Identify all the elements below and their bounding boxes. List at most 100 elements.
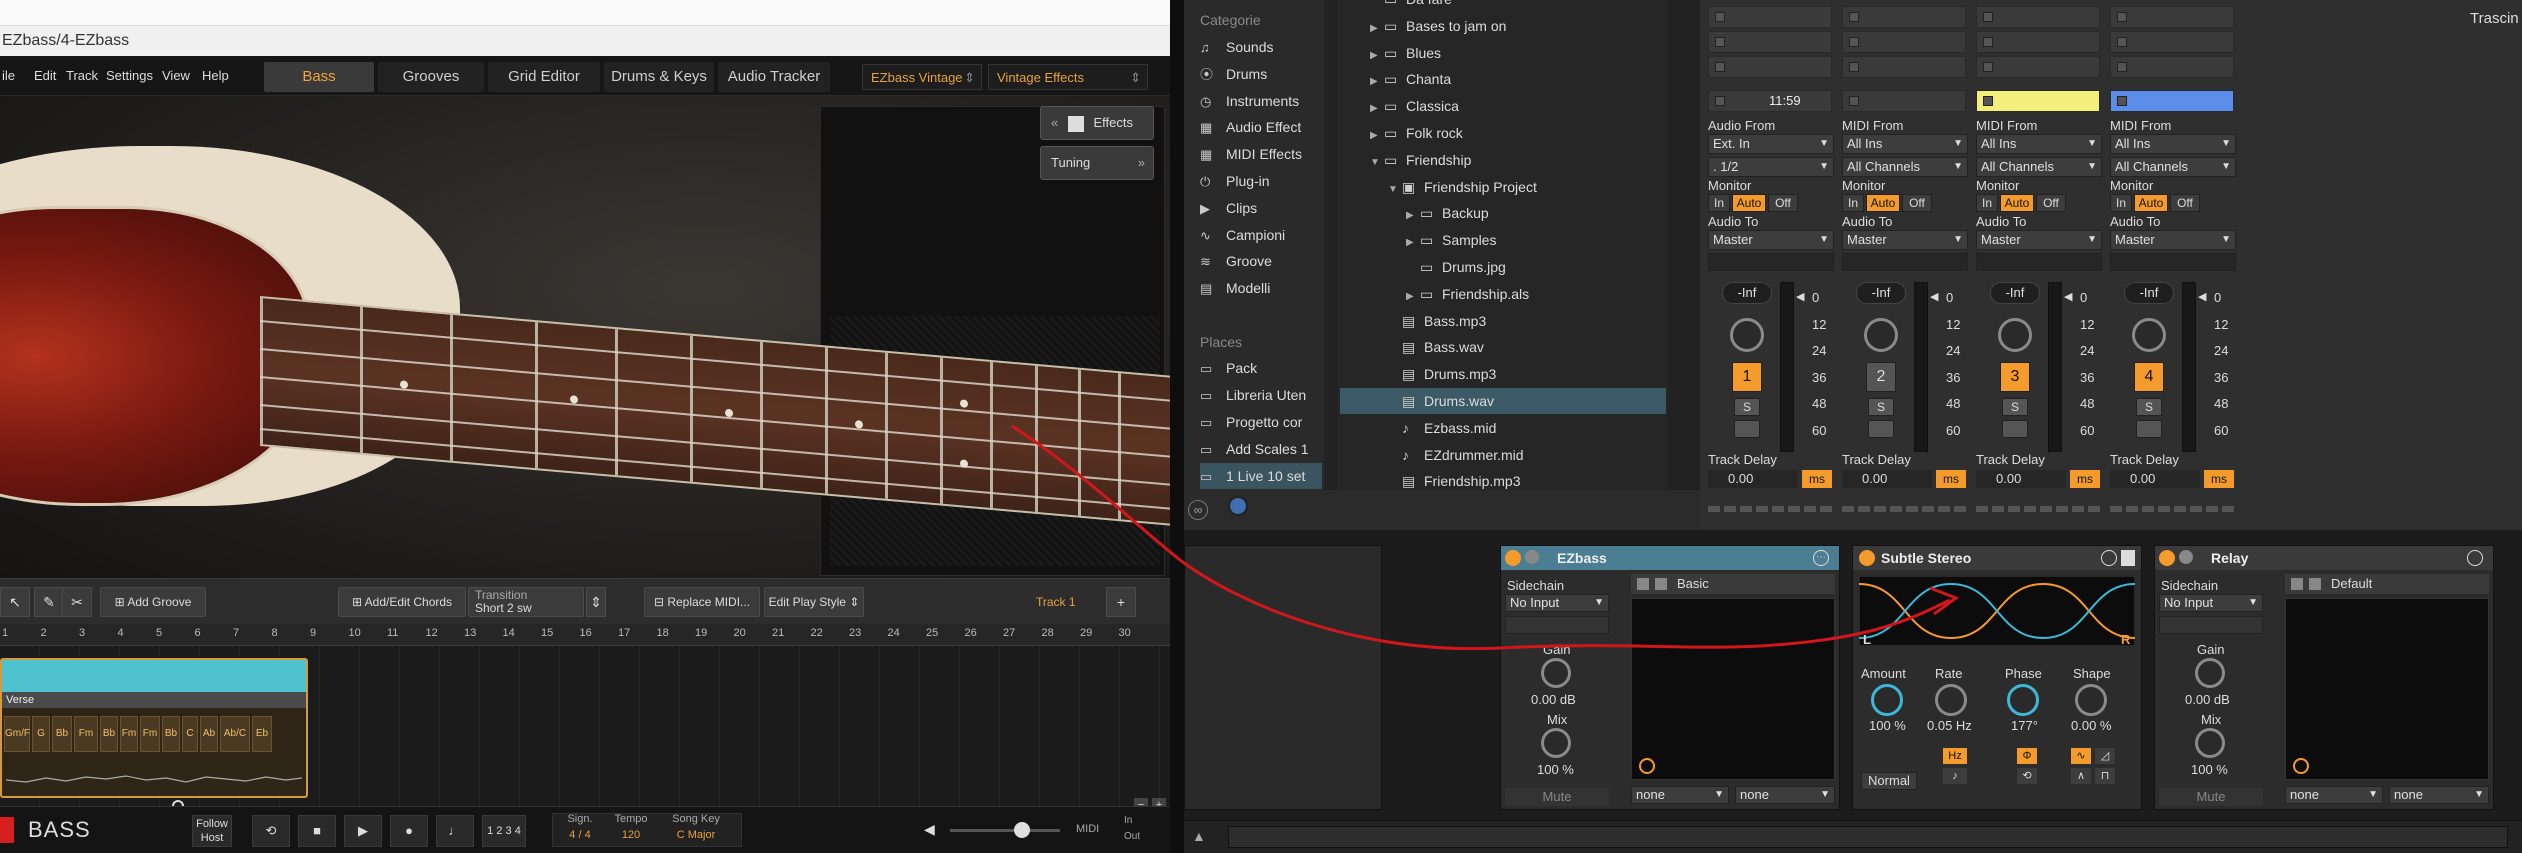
clip-stop-icon[interactable] — [1983, 62, 1993, 72]
transition-select[interactable]: Transition Short 2 sw — [468, 587, 584, 617]
clip-slot-active[interactable] — [1842, 90, 1966, 112]
chord-block[interactable]: C — [182, 716, 198, 752]
plugin-macro-pad[interactable] — [1631, 598, 1835, 780]
output-channel-field[interactable] — [1842, 253, 1968, 271]
output-channel-field[interactable] — [1708, 253, 1834, 271]
monitor-off-button[interactable]: Off — [1902, 194, 1932, 212]
solo-button[interactable]: S — [1734, 398, 1760, 416]
mix-knob[interactable] — [1541, 728, 1571, 758]
shape-knob[interactable] — [2075, 684, 2107, 716]
file-item[interactable]: ▭ Drums.jpg — [1340, 254, 1666, 280]
menu-file[interactable]: ile — [2, 56, 15, 96]
plugin-pad-cursor[interactable] — [2293, 758, 2309, 774]
place-item[interactable]: ▭ Pack — [1200, 355, 1322, 381]
save-icon[interactable] — [2309, 578, 2321, 590]
chord-block[interactable]: Ab — [200, 716, 218, 752]
menu-edit[interactable]: Edit — [34, 56, 56, 96]
clip-slot[interactable] — [1708, 31, 1832, 53]
output-select[interactable]: Master ▼ — [1842, 230, 1968, 250]
file-item[interactable]: ▼ ▣ Friendship Project — [1340, 174, 1666, 200]
sine-shape-icon[interactable]: ∿ — [2071, 748, 2091, 764]
track-delay-unit[interactable]: ms — [1802, 470, 1832, 488]
mute-button[interactable]: Mute — [2159, 788, 2263, 806]
file-item[interactable]: ▶ ▭ Classica — [1340, 93, 1666, 119]
output-select[interactable]: Master ▼ — [2110, 230, 2236, 250]
file-item[interactable]: ▶ ▭ Bases to jam on — [1340, 13, 1666, 39]
loop-icon[interactable]: ⟲ — [252, 815, 290, 847]
pointer-tool-icon[interactable]: ↖ — [0, 587, 30, 617]
output-channel-field[interactable] — [2110, 253, 2236, 271]
phase-knob[interactable] — [2007, 684, 2039, 716]
pencil-tool-icon[interactable]: ✎ — [34, 587, 64, 617]
rate-knob[interactable] — [1935, 684, 1967, 716]
scissors-tool-icon[interactable]: ✂ — [62, 587, 92, 617]
category-item[interactable]: ◷ Instruments — [1200, 88, 1322, 114]
chord-block[interactable]: Ab/C — [220, 716, 250, 752]
disclosure-triangle-icon[interactable]: ▶ — [1406, 230, 1420, 256]
metronome-icon[interactable]: ♩ — [436, 815, 474, 847]
saw-shape-icon[interactable]: ◿ — [2095, 748, 2115, 764]
stop-icon[interactable]: ■ — [298, 815, 336, 847]
track-name[interactable]: Track 1 — [1036, 587, 1076, 617]
param-select-1[interactable]: none ▼ — [2285, 786, 2383, 804]
folder-icon[interactable] — [1637, 578, 1649, 590]
pan-knob[interactable] — [1730, 318, 1764, 352]
file-item[interactable]: ▤ Drums.wav — [1340, 388, 1666, 414]
place-item[interactable]: ▭ Libreria Uten — [1200, 382, 1322, 408]
add-edit-chords-button[interactable]: ⊞ Add/Edit Chords — [338, 587, 466, 617]
tab-bass[interactable]: Bass — [264, 62, 374, 92]
param-select-1[interactable]: none ▼ — [1631, 786, 1729, 804]
file-item[interactable]: ♪ Ezbass.mid — [1340, 415, 1666, 441]
browser-scrollbar[interactable] — [1324, 0, 1338, 490]
category-item[interactable]: ▦ MIDI Effects — [1200, 141, 1322, 167]
gain-knob[interactable] — [2195, 658, 2225, 688]
arm-button[interactable] — [2002, 420, 2028, 438]
clip-stop-icon[interactable] — [1715, 62, 1725, 72]
lfo-display[interactable] — [1859, 576, 2135, 646]
add-groove-button[interactable]: ⊞ Add Groove — [100, 587, 206, 617]
file-item[interactable]: ▶ ▭ Backup — [1340, 200, 1666, 226]
chord-block[interactable]: Bb — [162, 716, 180, 752]
file-item[interactable]: ▶ ▭ Blues — [1340, 40, 1666, 66]
plugin-pad-cursor[interactable] — [1639, 758, 1655, 774]
clip-slot[interactable] — [2110, 6, 2234, 28]
device-menu-icon[interactable] — [2467, 550, 2483, 566]
clip-slot-active[interactable] — [1976, 90, 2100, 112]
output-select[interactable]: Master ▼ — [1708, 230, 1834, 250]
hz-mode-button[interactable]: Hz — [1943, 748, 1967, 764]
file-item[interactable]: ▤ Bass.mp3 — [1340, 308, 1666, 334]
device-menu-icon[interactable]: ⋯ — [1813, 550, 1829, 566]
device-ezbass-header[interactable]: EZbass — [1501, 546, 1839, 570]
drop-area[interactable] — [1184, 545, 1382, 810]
category-item[interactable]: ≋ Groove — [1200, 248, 1322, 274]
input-channel-select[interactable]: All Channels ▼ — [2110, 157, 2236, 177]
category-item[interactable]: ⏻ Plug-in — [1200, 168, 1322, 194]
clip-stop-icon[interactable] — [1849, 62, 1859, 72]
arm-button[interactable] — [2136, 420, 2162, 438]
device-power-icon[interactable] — [1859, 550, 1875, 566]
clip-slot-active[interactable] — [2110, 90, 2234, 112]
plugin-preset-name[interactable]: Default — [2331, 576, 2372, 591]
category-item[interactable]: ⦿ Drums — [1200, 61, 1322, 87]
input-channel-select[interactable]: All Channels ▼ — [1842, 157, 1968, 177]
tab-grid-editor[interactable]: Grid Editor — [488, 62, 600, 92]
effects-panel-button[interactable]: « Effects — [1040, 106, 1154, 140]
param-select-2[interactable]: none ▼ — [2389, 786, 2489, 804]
sidechain-select[interactable]: No Input ▼ — [1505, 594, 1609, 612]
input-source-select[interactable]: All Ins ▼ — [1976, 134, 2102, 154]
clip-slot[interactable] — [1708, 56, 1832, 78]
clip-stop-icon[interactable] — [2117, 37, 2127, 47]
phase-mode-icon[interactable]: Φ — [2017, 748, 2037, 764]
file-item[interactable]: ▼ ▭ Friendship — [1340, 147, 1666, 173]
add-track-button[interactable]: + — [1106, 587, 1136, 617]
output-channel-field[interactable] — [1976, 253, 2102, 271]
tab-grooves[interactable]: Grooves — [378, 62, 484, 92]
volume-fader-icon[interactable]: ◀ — [1796, 290, 1804, 303]
fold-icon[interactable] — [2179, 550, 2193, 564]
gain-knob[interactable] — [1541, 658, 1571, 688]
file-item[interactable]: ▤ Bass.wav — [1340, 334, 1666, 360]
signature-value[interactable]: 4 / 4 — [560, 829, 600, 841]
device-power-icon[interactable] — [2159, 550, 2175, 566]
sync-note-icon[interactable]: ♪ — [1943, 768, 1967, 784]
category-item[interactable]: ♫ Sounds — [1200, 34, 1322, 60]
